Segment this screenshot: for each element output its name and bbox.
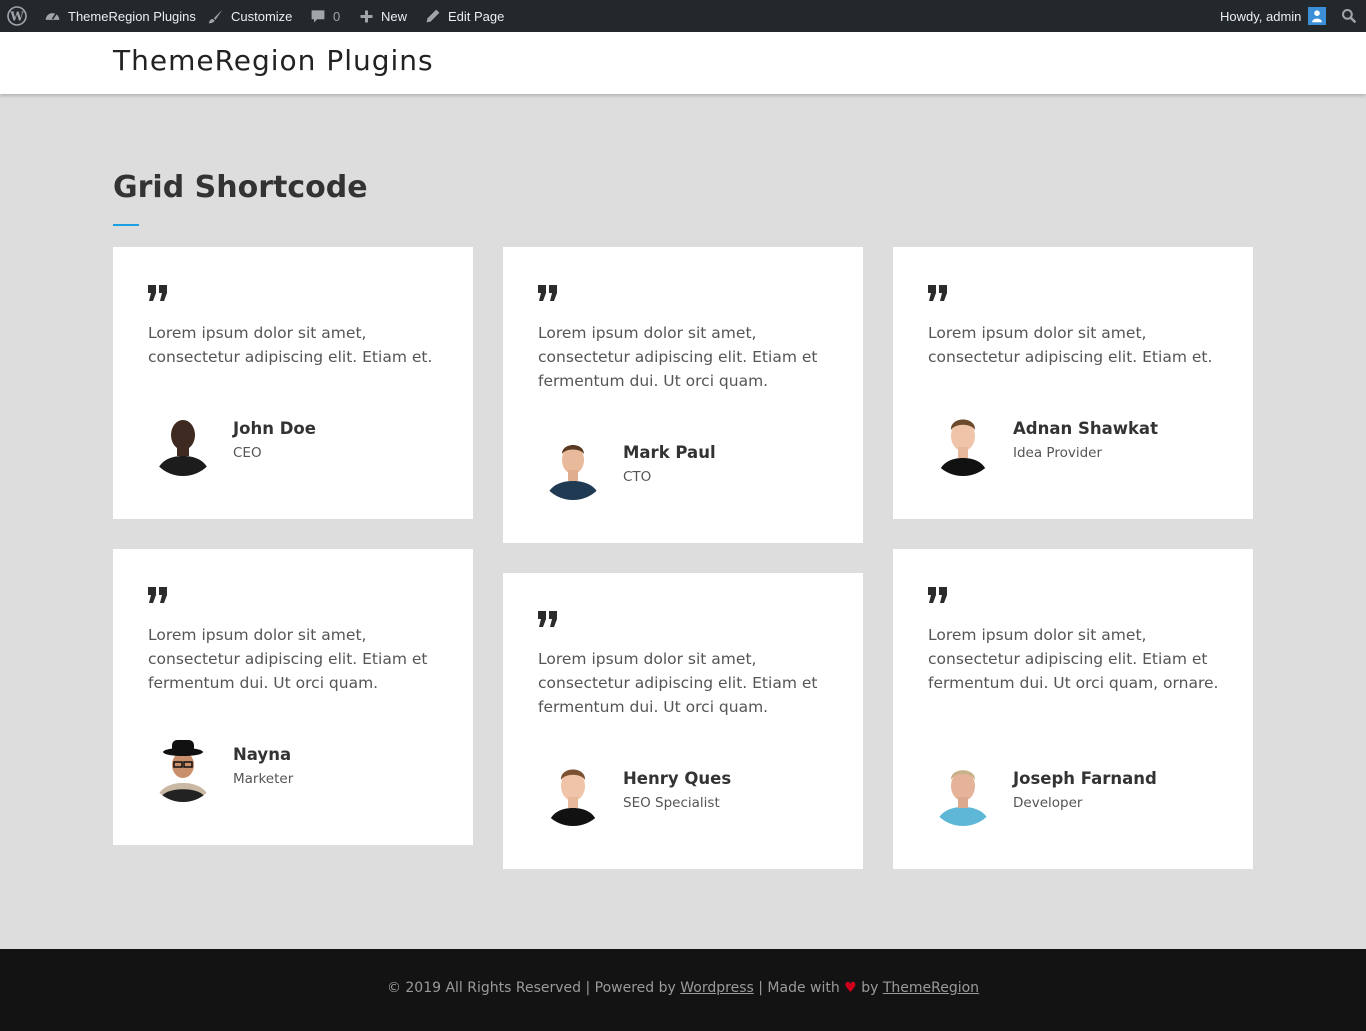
section-title: Grid Shortcode [113, 170, 368, 205]
quote-icon [538, 611, 558, 631]
comments-count: 0 [333, 8, 341, 24]
author-name: Mark Paul [623, 443, 716, 462]
testimonial-author: Mark Paul CTO [538, 430, 716, 500]
avatar [538, 430, 608, 500]
testimonial-text: Lorem ipsum dolor sit amet, consectetur … [928, 626, 1219, 692]
site-name-link[interactable]: ThemeRegion Plugins [44, 0, 196, 32]
author-role: SEO Specialist [623, 795, 720, 811]
site-name-label: ThemeRegion Plugins [68, 8, 196, 24]
wordpress-logo-button[interactable]: W [7, 0, 27, 32]
testimonial-card: Lorem ipsum dolor sit amet, consectetur … [113, 549, 473, 845]
wordpress-icon: W [7, 6, 27, 26]
comments-link[interactable]: 0 [310, 0, 340, 32]
dashboard-icon [44, 8, 61, 25]
testimonial-text: Lorem ipsum dolor sit amet, consectetur … [148, 626, 428, 692]
quote-icon [148, 587, 168, 607]
quote-icon [928, 285, 948, 305]
avatar [148, 732, 218, 802]
author-name: Joseph Farnand [1013, 769, 1157, 788]
made-with-text: | Made with [758, 980, 840, 996]
testimonial-text: Lorem ipsum dolor sit amet, consectetur … [148, 324, 433, 366]
brush-icon [207, 8, 224, 25]
author-role: CEO [233, 445, 262, 461]
testimonial-author: Joseph Farnand Developer [928, 756, 1157, 826]
site-title[interactable]: ThemeRegion Plugins [113, 44, 434, 77]
footer-text: © 2019 All Rights Reserved | Powered by … [0, 980, 1366, 996]
quote-icon [148, 285, 168, 305]
author-role: Idea Provider [1013, 445, 1103, 461]
author-role: Marketer [233, 771, 294, 787]
testimonial-text: Lorem ipsum dolor sit amet, consectetur … [538, 650, 818, 716]
copyright-text: © 2019 All Rights Reserved | Powered by [386, 980, 676, 996]
testimonial-author: Henry Ques SEO Specialist [538, 756, 731, 826]
edit-page-label: Edit Page [448, 8, 505, 24]
howdy-label: Howdy, admin [1220, 8, 1302, 24]
customize-link[interactable]: Customize [207, 0, 292, 32]
author-name: John Doe [233, 419, 316, 438]
avatar [928, 756, 998, 826]
author-name: Henry Ques [623, 769, 732, 788]
testimonial-author: John Doe CEO [148, 406, 316, 476]
comment-icon [310, 8, 326, 24]
admin-bar: W ThemeRegion Plugins Customize 0 New Ed… [0, 0, 1366, 32]
testimonial-text: Lorem ipsum dolor sit amet, consectetur … [928, 324, 1213, 366]
testimonial-author: Adnan Shawkat Idea Provider [928, 406, 1158, 476]
testimonial-author: Nayna Marketer [148, 732, 293, 802]
quote-icon [538, 285, 558, 305]
new-content-link[interactable]: New [359, 0, 407, 32]
site-footer: © 2019 All Rights Reserved | Powered by … [0, 949, 1366, 1031]
testimonial-card: Lorem ipsum dolor sit amet, consectetur … [893, 247, 1253, 519]
testimonial-card: Lorem ipsum dolor sit amet, consectetur … [503, 247, 863, 543]
search-icon [1341, 8, 1357, 24]
avatar [148, 406, 218, 476]
search-button[interactable] [1341, 0, 1357, 32]
testimonial-card: Lorem ipsum dolor sit amet, consectetur … [113, 247, 473, 519]
author-name: Nayna [233, 745, 292, 764]
my-account-link[interactable]: Howdy, admin [1220, 0, 1327, 32]
wordpress-link[interactable]: Wordpress [680, 980, 754, 996]
testimonial-text: Lorem ipsum dolor sit amet, consectetur … [538, 324, 818, 390]
testimonial-card: Lorem ipsum dolor sit amet, consectetur … [503, 573, 863, 869]
user-avatar [1308, 7, 1327, 25]
author-role: CTO [623, 469, 652, 485]
author-role: Developer [1013, 795, 1083, 811]
plus-icon [359, 9, 374, 24]
avatar [538, 756, 608, 826]
customize-label: Customize [231, 8, 293, 24]
site-header: ThemeRegion Plugins [0, 32, 1366, 94]
author-name: Adnan Shawkat [1013, 419, 1158, 438]
pencil-icon [425, 8, 441, 24]
testimonial-card: Lorem ipsum dolor sit amet, consectetur … [893, 549, 1253, 869]
themeregion-link[interactable]: ThemeRegion [883, 980, 979, 996]
quote-icon [928, 587, 948, 607]
new-label: New [381, 8, 408, 24]
avatar [928, 406, 998, 476]
svg-text:W: W [9, 10, 24, 24]
heart-icon: ♥ [844, 980, 857, 996]
section-underline [113, 224, 139, 226]
by-text: by [861, 980, 879, 996]
edit-page-link[interactable]: Edit Page [425, 0, 504, 32]
